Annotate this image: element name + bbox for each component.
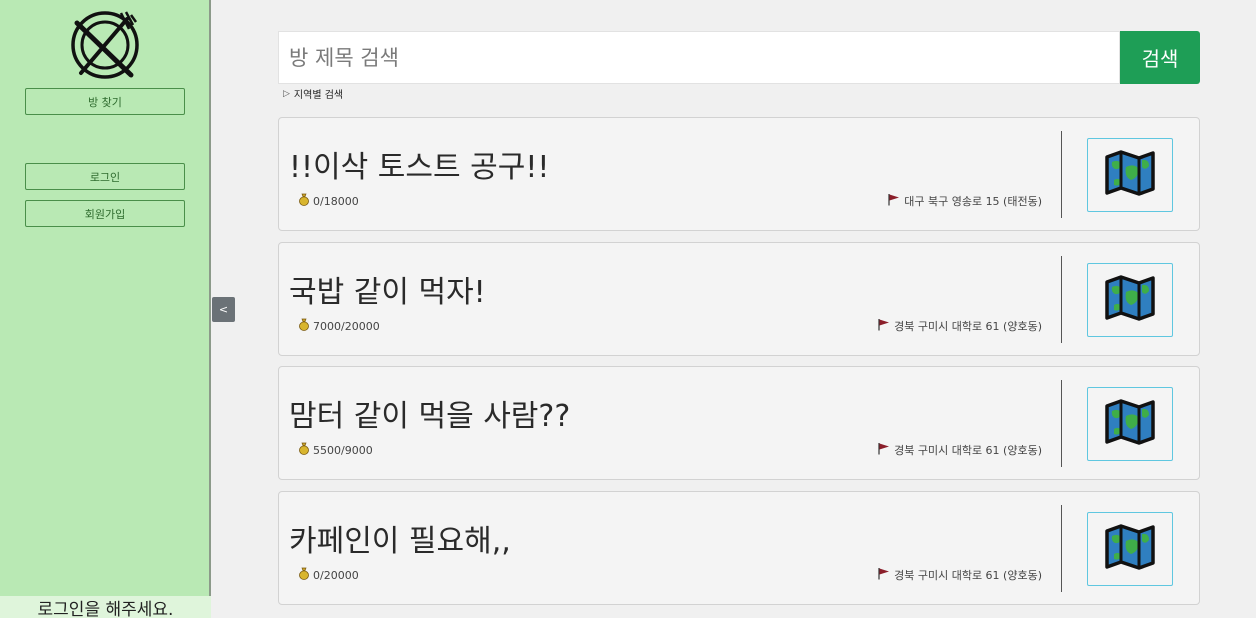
find-room-label: 방 찾기	[88, 95, 122, 109]
sidebar: 방 찾기 로그인 회원가입 로그인을 해주세요.	[0, 0, 211, 618]
room-title: 국밥 같이 먹자!	[289, 275, 486, 310]
map-icon	[1104, 149, 1156, 201]
signup-button[interactable]: 회원가입	[25, 200, 185, 227]
room-price-value: 7000/20000	[313, 319, 380, 333]
room-location-text: 대구 북구 영송로 15 (태전동)	[904, 195, 1042, 208]
map-icon	[1104, 274, 1156, 326]
room-card[interactable]: 맘터 같이 먹을 사람?? 5500/9000 경북 구미시 대학로 61 (양호동…	[278, 366, 1200, 480]
room-location: 경북 구미시 대학로 61 (양호동)	[877, 318, 1042, 334]
logo-plate-fork-knife-icon[interactable]	[69, 9, 141, 81]
room-price: 5500/9000	[298, 442, 373, 458]
triangle-right-icon: ▷	[283, 88, 290, 99]
money-bag-icon	[298, 318, 310, 334]
map-button[interactable]	[1087, 138, 1173, 212]
room-price: 7000/20000	[298, 318, 380, 334]
room-price-value: 5500/9000	[313, 443, 373, 457]
map-button[interactable]	[1087, 387, 1173, 461]
login-prompt-text: 로그인을 해주세요.	[37, 599, 174, 618]
map-icon	[1104, 523, 1156, 575]
login-label: 로그인	[89, 170, 121, 184]
red-flag-icon	[877, 567, 890, 583]
red-flag-icon	[887, 193, 900, 209]
login-prompt: 로그인을 해주세요.	[0, 596, 211, 618]
room-price: 0/18000	[298, 193, 359, 209]
room-location: 대구 북구 영송로 15 (태전동)	[887, 193, 1042, 209]
search-input[interactable]	[278, 31, 1120, 84]
room-card[interactable]: 카페인이 필요해,, 0/20000 경북 구미시 대학로 61 (양호동)	[278, 491, 1200, 605]
map-button[interactable]	[1087, 263, 1173, 337]
room-location-text: 경북 구미시 대학로 61 (양호동)	[894, 444, 1042, 457]
red-flag-icon	[877, 442, 890, 458]
room-price-value: 0/20000	[313, 568, 359, 582]
room-location-text: 경북 구미시 대학로 61 (양호동)	[894, 569, 1042, 582]
search-button-label: 검색	[1141, 47, 1179, 71]
region-search-toggle[interactable]: ▷ 지역별 검색	[283, 86, 344, 102]
room-title: !!이삭 토스트 공구!!	[289, 150, 550, 185]
card-divider	[1061, 131, 1062, 218]
money-bag-icon	[298, 442, 310, 458]
card-divider	[1061, 505, 1062, 592]
red-flag-icon	[877, 318, 890, 334]
room-title: 카페인이 필요해,,	[289, 524, 511, 559]
card-divider	[1061, 256, 1062, 343]
search-button[interactable]: 검색	[1120, 31, 1200, 84]
room-price: 0/20000	[298, 567, 359, 583]
map-icon	[1104, 398, 1156, 450]
room-title: 맘터 같이 먹을 사람??	[289, 399, 571, 434]
chevron-left-icon: <	[218, 303, 229, 316]
login-button[interactable]: 로그인	[25, 163, 185, 190]
room-location-text: 경북 구미시 대학로 61 (양호동)	[894, 320, 1042, 333]
signup-label: 회원가입	[84, 207, 126, 221]
room-price-value: 0/18000	[313, 194, 359, 208]
room-location: 경북 구미시 대학로 61 (양호동)	[877, 567, 1042, 583]
room-location: 경북 구미시 대학로 61 (양호동)	[877, 442, 1042, 458]
sidebar-collapse-button[interactable]: <	[212, 297, 235, 322]
money-bag-icon	[298, 567, 310, 583]
money-bag-icon	[298, 193, 310, 209]
room-card[interactable]: !!이삭 토스트 공구!! 0/18000 대구 북구 영송로 15 (태전동)	[278, 117, 1200, 231]
room-card[interactable]: 국밥 같이 먹자! 7000/20000 경북 구미시 대학로 61 (양호동)	[278, 242, 1200, 356]
region-search-label: 지역별 검색	[293, 90, 344, 101]
map-button[interactable]	[1087, 512, 1173, 586]
card-divider	[1061, 380, 1062, 467]
find-room-button[interactable]: 방 찾기	[25, 88, 185, 115]
